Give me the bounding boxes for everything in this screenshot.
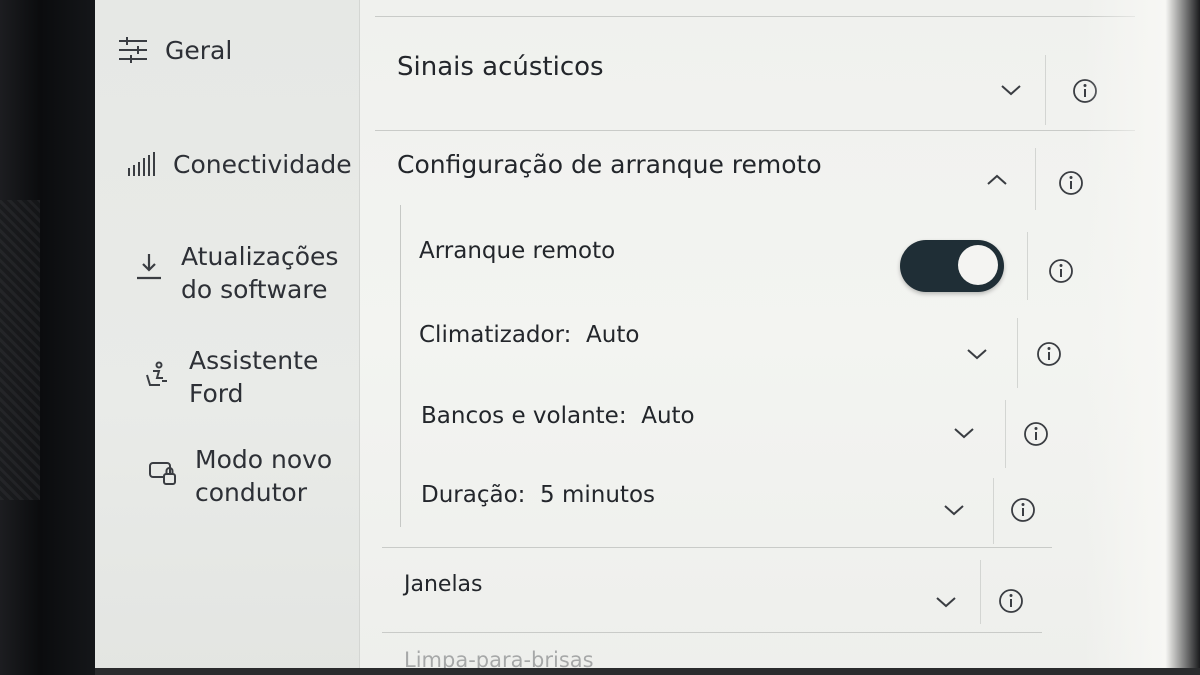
setting-value: Auto	[641, 403, 695, 429]
sidebar-item-label: Atualizações	[181, 242, 339, 271]
sidebar-item-conectividade[interactable]: Conectividade	[125, 148, 352, 181]
chevron-down-icon[interactable]	[940, 496, 968, 524]
info-icon[interactable]	[1048, 258, 1074, 284]
chevron-down-icon[interactable]	[963, 340, 991, 368]
info-icon[interactable]	[1058, 170, 1084, 196]
car-lock-icon	[147, 457, 179, 489]
divider	[382, 632, 1042, 633]
divider-vertical	[1035, 148, 1036, 210]
sidebar-item-atualizacoes[interactable]: Atualizações do software	[133, 240, 338, 306]
info-icon[interactable]	[1023, 421, 1049, 447]
sidebar-item-assistente-ford[interactable]: Assistente Ford	[141, 344, 318, 410]
chevron-down-icon[interactable]	[932, 588, 960, 616]
divider-vertical	[1045, 55, 1046, 125]
screen-bottom-bezel	[95, 668, 1200, 675]
setting-label: Arranque remoto	[419, 238, 616, 264]
setting-name: Bancos e volante:	[421, 403, 627, 429]
signal-icon	[125, 148, 157, 180]
toggle-knob	[958, 245, 998, 285]
sidebar-item-label-line2: condutor	[195, 478, 307, 507]
chevron-up-icon[interactable]	[983, 166, 1011, 194]
sidebar-item-label: Modo novo	[195, 445, 333, 474]
sliders-icon	[117, 34, 149, 66]
divider-vertical	[1027, 232, 1028, 300]
dashboard-texture	[0, 200, 40, 500]
setting-label: Bancos e volante: Auto	[421, 403, 695, 429]
divider	[375, 130, 1135, 131]
sidebar-item-label-line2: Ford	[189, 379, 244, 408]
screen-edge-glare	[1085, 0, 1200, 675]
info-icon[interactable]	[998, 588, 1024, 614]
divider-vertical	[980, 560, 981, 624]
setting-label: Duração: 5 minutos	[421, 482, 655, 508]
section-title: Sinais acústicos	[397, 52, 604, 82]
remote-start-toggle[interactable]	[900, 240, 1004, 292]
sidebar-item-modo-novo-condutor[interactable]: Modo novo condutor	[147, 443, 332, 509]
info-icon[interactable]	[1010, 497, 1036, 523]
subsection-indent-line	[400, 205, 401, 527]
section-title: Configuração de arranque remoto	[397, 150, 822, 179]
sidebar-item-label-group: Assistente Ford	[189, 344, 318, 410]
section-title: Janelas	[404, 572, 483, 597]
divider-vertical	[993, 478, 994, 544]
setting-label: Climatizador: Auto	[419, 322, 639, 348]
sidebar-item-geral[interactable]: Geral	[117, 34, 232, 67]
setting-value: Auto	[586, 322, 640, 348]
download-icon	[133, 250, 165, 282]
divider	[382, 547, 1052, 548]
settings-sidebar: Geral Conectividade Atualizações do soft…	[95, 0, 360, 675]
setting-name: Climatizador:	[419, 322, 572, 348]
settings-screen: Geral Conectividade Atualizações do soft…	[95, 0, 1200, 675]
chevron-down-icon[interactable]	[997, 76, 1025, 104]
display-bezel	[0, 0, 100, 675]
sidebar-item-label-group: Modo novo condutor	[195, 443, 332, 509]
person-seat-icon	[141, 358, 173, 390]
divider	[375, 16, 1135, 17]
setting-name: Duração:	[421, 482, 526, 508]
sidebar-item-label: Assistente	[189, 346, 319, 375]
sidebar-item-label-group: Atualizações do software	[181, 240, 338, 306]
sidebar-item-label-line2: do software	[181, 275, 328, 304]
chevron-down-icon[interactable]	[950, 419, 978, 447]
sidebar-item-label: Conectividade	[173, 150, 352, 179]
setting-value: 5 minutos	[540, 482, 655, 508]
settings-main-panel: Sinais acústicos Configuração de arranqu…	[360, 0, 1200, 675]
info-icon[interactable]	[1036, 341, 1062, 367]
divider-vertical	[1017, 318, 1018, 388]
divider-vertical	[1005, 400, 1006, 468]
sidebar-item-label: Geral	[165, 36, 233, 65]
